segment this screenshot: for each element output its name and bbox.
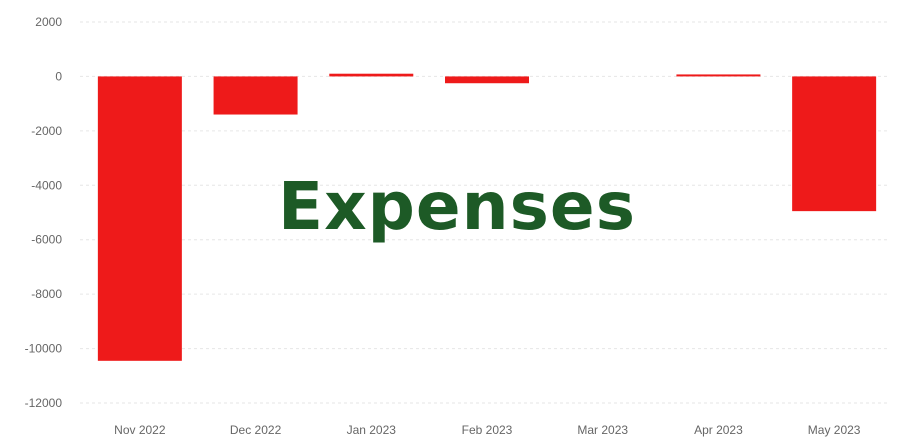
expenses-bar-chart: 2000 0 -2000 -4000 -6000 -8000 -10000 -12000 No… (25, 15, 890, 437)
x-category-label: Mar 2023 (577, 423, 628, 437)
x-axis-category-labels: Nov 2022 Dec 2022 Jan 2023 Feb 2023 Mar 2023… (114, 423, 861, 437)
y-tick-label: -8000 (31, 287, 62, 301)
x-category-label: Apr 2023 (694, 423, 743, 437)
y-tick-label: -4000 (31, 178, 62, 192)
x-category-label: Dec 2022 (230, 423, 282, 437)
y-tick-label: -10000 (25, 342, 63, 356)
x-category-label: Jan 2023 (347, 423, 397, 437)
bar (676, 74, 761, 77)
y-tick-label: -2000 (31, 124, 62, 138)
x-category-label: Nov 2022 (114, 423, 166, 437)
x-category-label: May 2023 (808, 423, 861, 437)
y-tick-label: -6000 (31, 233, 62, 247)
y-tick-label: -12000 (25, 396, 63, 410)
bar (792, 76, 877, 212)
bar (97, 76, 182, 361)
bars (97, 73, 877, 361)
bar (445, 76, 529, 84)
bar (213, 76, 298, 115)
x-category-label: Feb 2023 (462, 423, 513, 437)
y-tick-label: 2000 (35, 15, 62, 29)
bar (329, 73, 414, 77)
y-tick-label: 0 (55, 69, 62, 83)
y-axis-tick-labels: 2000 0 -2000 -4000 -6000 -8000 -10000 -12000 (25, 15, 63, 410)
